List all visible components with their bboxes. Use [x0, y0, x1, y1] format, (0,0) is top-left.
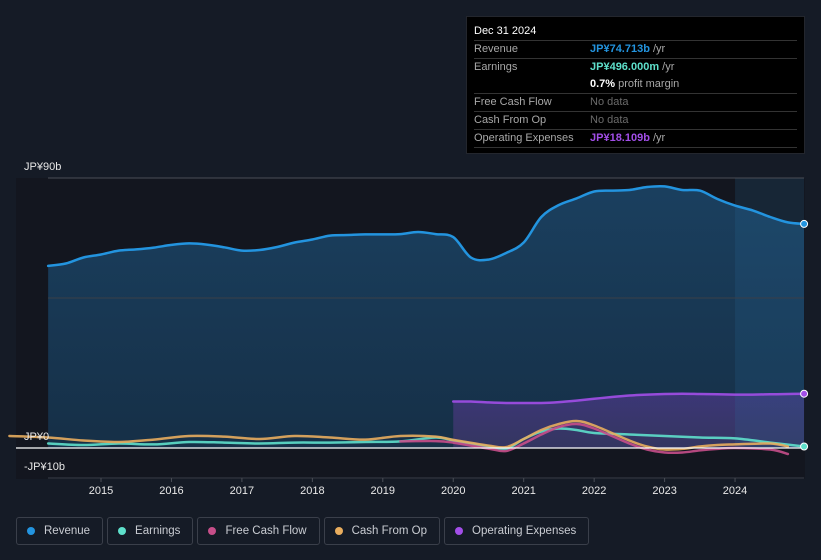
tooltip-row-value: No data [590, 96, 629, 108]
legend-label: Operating Expenses [472, 525, 577, 537]
x-tick-label: 2016 [159, 485, 183, 497]
tooltip-date: Dec 31 2024 [474, 23, 797, 41]
y-tick-label: JP¥0 [24, 431, 49, 443]
tooltip-row: Free Cash Flow No data [474, 94, 797, 112]
tooltip-row-label [474, 76, 590, 93]
legend-item-earnings[interactable]: Earnings [107, 517, 194, 545]
legend-dot-icon [208, 527, 217, 535]
legend-item-cash-from-op[interactable]: Cash From Op [323, 517, 441, 545]
legend-label: Free Cash Flow [225, 525, 307, 537]
tooltip-row: Revenue JP¥74.713b /yr [474, 41, 797, 59]
legend-dot-icon [455, 527, 464, 535]
x-tick-label: 2023 [652, 485, 676, 497]
legend-label: Revenue [44, 525, 91, 537]
y-tick-label: JP¥90b [24, 161, 61, 173]
legend-dot-icon [27, 527, 35, 535]
tooltip-row: Operating Expenses JP¥18.109b /yr [474, 130, 797, 148]
y-tick-label: -JP¥10b [24, 461, 65, 473]
end-marker-revenue [800, 219, 809, 228]
x-tick-label: 2020 [441, 485, 465, 497]
tooltip-row-label: Revenue [474, 43, 519, 55]
tooltip-row-value: 0.7% profit margin [590, 78, 680, 90]
tooltip-row: Earnings JP¥496.000m /yr [474, 59, 797, 76]
tooltip-row: Cash From Op No data [474, 112, 797, 130]
end-marker-earnings [800, 442, 809, 451]
tooltip-row-value: JP¥18.109b /yr [590, 132, 666, 144]
tooltip-row-label: Free Cash Flow [474, 96, 552, 108]
legend-item-free-cash-flow[interactable]: Free Cash Flow [197, 517, 320, 545]
x-tick-label: 2018 [300, 485, 324, 497]
tooltip-row-label: Operating Expenses [474, 132, 574, 144]
x-tick-label: 2024 [723, 485, 747, 497]
legend-dot-icon [118, 527, 127, 535]
x-tick-label: 2015 [89, 485, 113, 497]
x-tick-label: 2017 [230, 485, 254, 497]
tooltip-row-label: Earnings [474, 61, 518, 73]
end-marker-operating-expenses [800, 389, 809, 398]
legend-item-revenue[interactable]: Revenue [16, 517, 104, 545]
legend-label: Earnings [135, 525, 181, 537]
tooltip-row-value: No data [590, 114, 629, 126]
x-tick-label: 2021 [511, 485, 535, 497]
legend-dot-icon [334, 527, 343, 535]
tooltip-row: 0.7% profit margin [474, 76, 797, 94]
legend-label: Cash From Op [351, 525, 428, 537]
tooltip-row-label: Cash From Op [474, 114, 547, 126]
tooltip-row-value: JP¥496.000m /yr [590, 61, 675, 73]
legend: Revenue Earnings Free Cash Flow Cash From O… [16, 517, 590, 545]
legend-item-operating-expenses[interactable]: Operating Expenses [444, 517, 590, 545]
tooltip-panel: Dec 31 2024 Revenue JP¥74.713b /yr Earning… [466, 16, 805, 154]
x-tick-label: 2019 [371, 485, 395, 497]
forecast-highlight-region [735, 178, 805, 448]
x-tick-label: 2022 [582, 485, 606, 497]
tooltip-row-value: JP¥74.713b /yr [590, 43, 666, 55]
